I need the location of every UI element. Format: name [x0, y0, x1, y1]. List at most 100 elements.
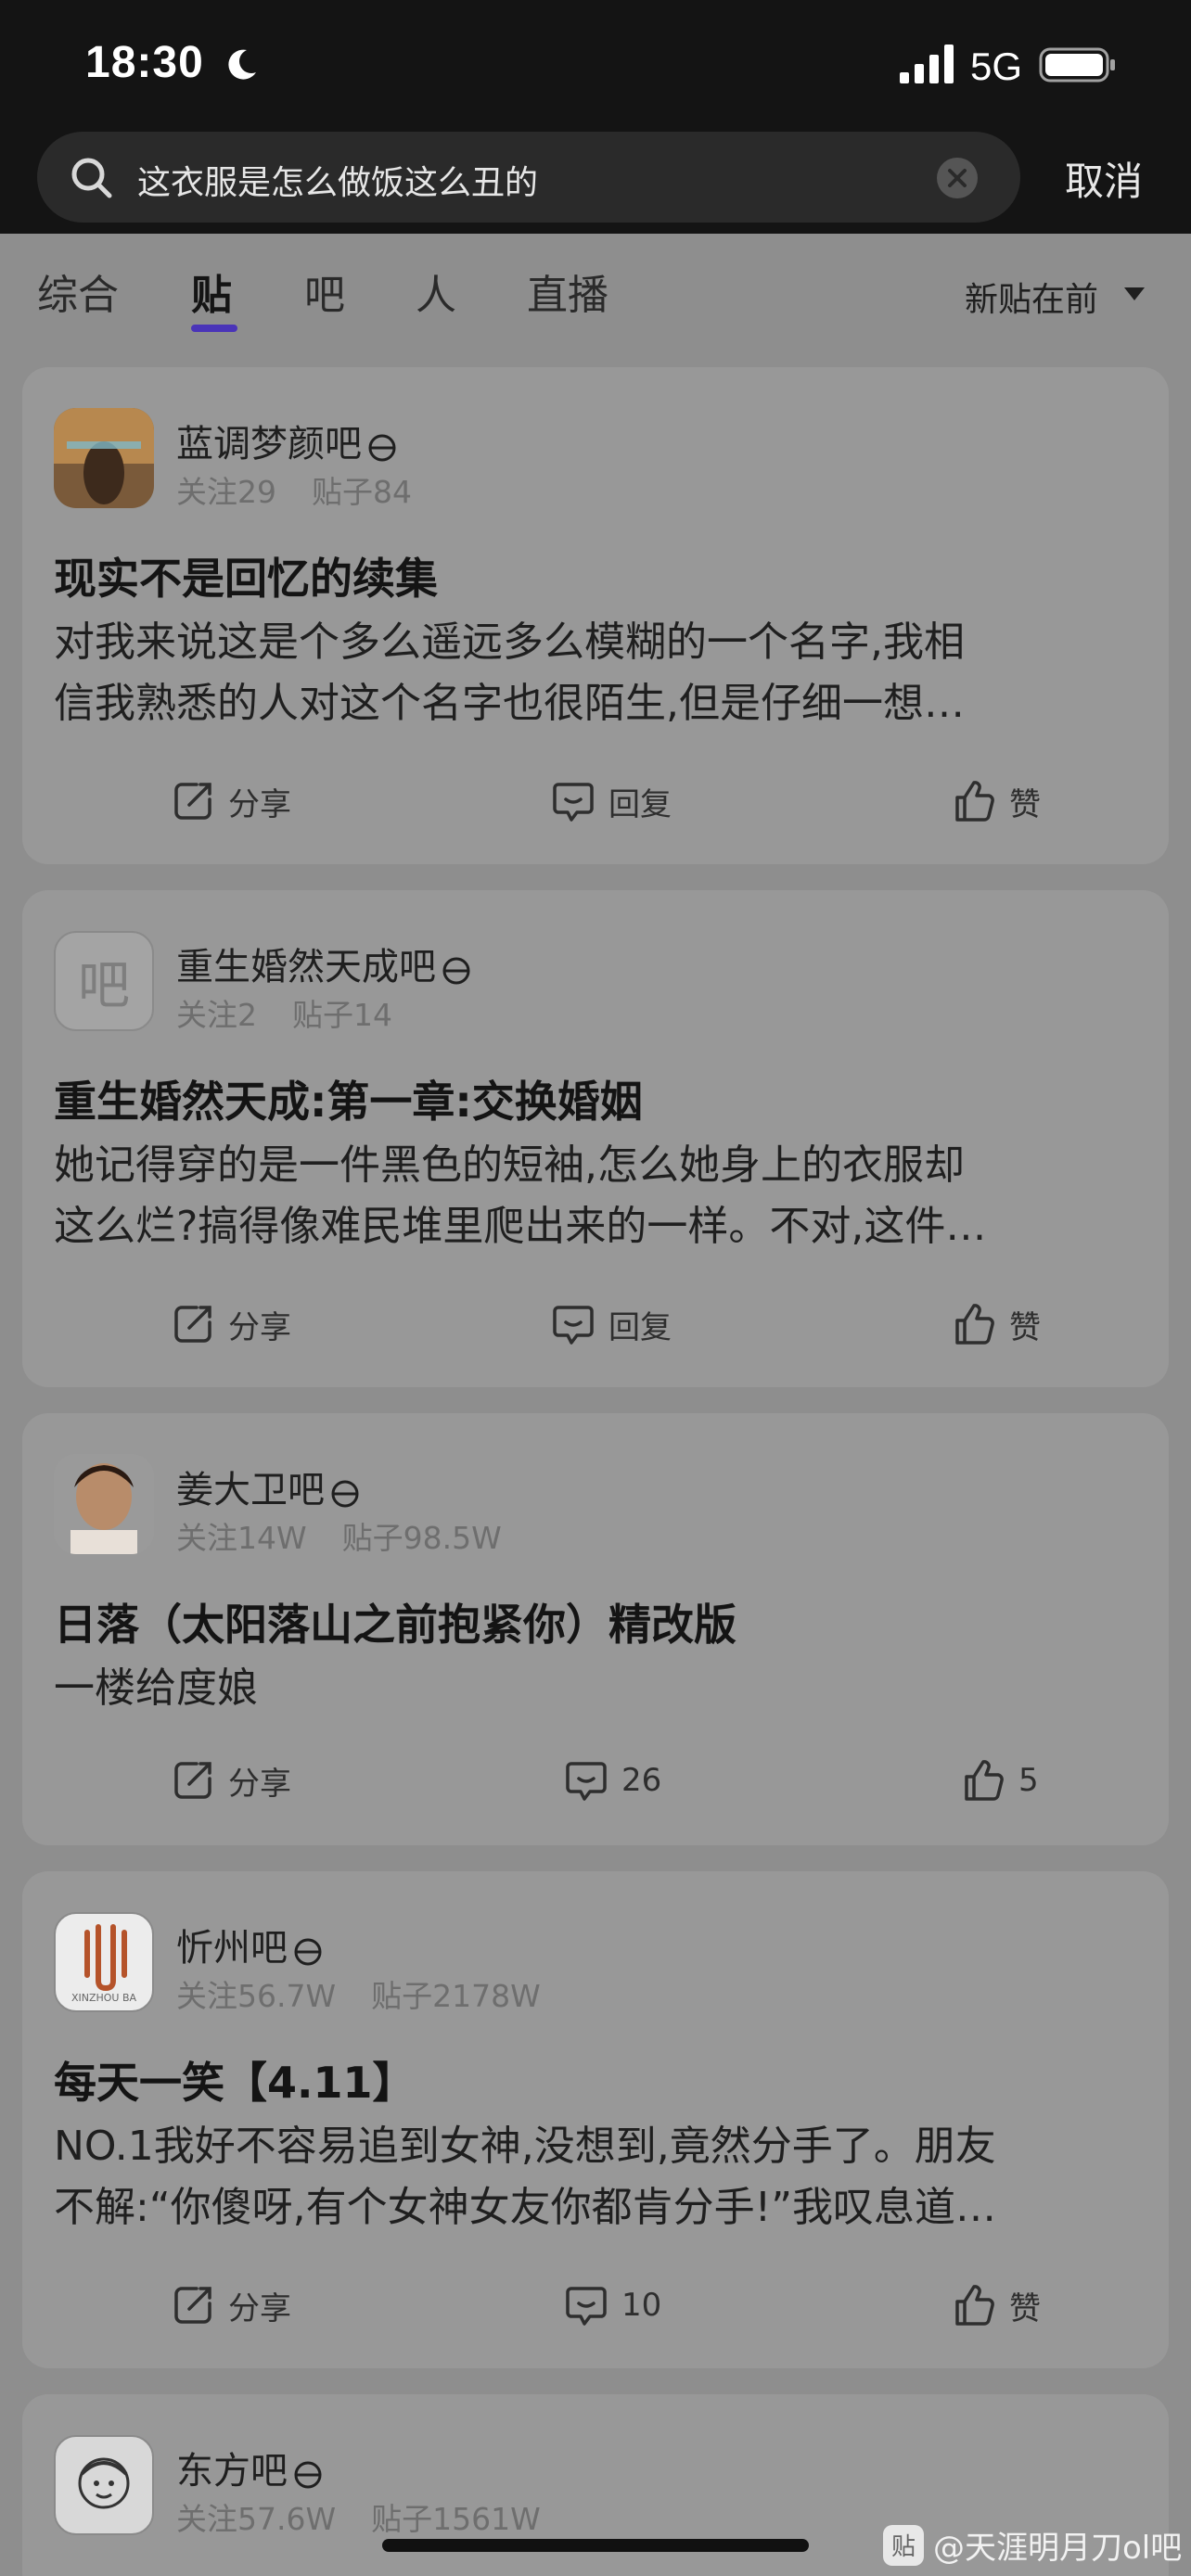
post-title[interactable]: 重生婚然天成:第一章:交换婚姻 [54, 1068, 643, 1129]
tab-comprehensive[interactable]: 综合 [37, 261, 119, 321]
like-button[interactable]: 赞 [950, 775, 1041, 827]
forum-avatar[interactable] [54, 2435, 154, 2535]
share-icon [174, 1306, 211, 1343]
like-label: 赞 [1009, 2289, 1041, 2327]
excerpt-line: 这么烂?搞得像难民堆里爬出来的一样。不对,这件… [54, 1203, 987, 1250]
posts-count: 贴子98.5W [341, 1520, 502, 1556]
post-title[interactable]: 现实不是回忆的续集 [54, 545, 438, 606]
network-label: 5G [970, 45, 1023, 88]
like-button[interactable]: 赞 [950, 1298, 1041, 1350]
share-button[interactable]: 分享 [169, 1298, 291, 1350]
posts-count: 贴子84 [312, 474, 412, 510]
clear-icon[interactable] [935, 156, 980, 200]
watermark-text: @天涯明月刀ol吧 [933, 2530, 1183, 2567]
search-input[interactable]: 这衣服是怎么做饭这么丑的 [37, 132, 1020, 223]
like-label: 赞 [1009, 785, 1041, 823]
excerpt-line: 对我来说这是个多么遥远多么模糊的一个名字,我相 [54, 618, 965, 666]
share-button[interactable]: 分享 [169, 775, 291, 827]
post-title[interactable]: 每天一笑【4.11】 [54, 2049, 416, 2111]
reply-button[interactable]: 回复 [549, 1298, 672, 1350]
excerpt-line: 不解:“你傻呀,有个女神女友你都肯分手!”我叹息道… [54, 2184, 997, 2231]
top-bar: 18:30 5G 这衣服是怎么做饭这么丑的 取消 [0, 0, 1191, 234]
like-button[interactable]: 5 [959, 1754, 1039, 1806]
comment-icon [553, 1306, 594, 1345]
tab-bar: 综合 贴 吧 人 直播 新贴在前 [0, 234, 1191, 345]
share-button[interactable]: 分享 [169, 2279, 291, 2331]
thumbs-up-icon [955, 1304, 994, 1345]
home-indicator[interactable] [382, 2539, 809, 2552]
tab-forums[interactable]: 吧 [304, 261, 345, 321]
forum-name[interactable]: 重生婚然天成吧 [176, 937, 475, 990]
signal-icon [900, 45, 954, 83]
moon-icon [228, 49, 256, 80]
sort-dropdown[interactable]: 新贴在前 [965, 273, 1098, 321]
search-icon [71, 158, 112, 198]
battery-icon [1039, 47, 1115, 83]
forum-mark-icon [294, 2461, 322, 2489]
share-label: 分享 [228, 1765, 291, 1803]
followers-count: 关注57.6W [176, 2501, 337, 2537]
post-excerpt[interactable]: 一楼给度娘 [54, 1658, 1139, 1719]
posts-count: 贴子14 [292, 997, 392, 1033]
share-label: 分享 [228, 2289, 291, 2327]
forum-name[interactable]: 东方吧 [176, 2441, 327, 2494]
reply-count: 10 [621, 2287, 662, 2324]
like-button[interactable]: 赞 [950, 2279, 1041, 2331]
watermark: 贴 @天涯明月刀ol吧 [883, 2522, 1182, 2568]
share-label: 分享 [228, 1308, 291, 1346]
post-excerpt[interactable]: 她记得穿的是一件黑色的短袖,怎么她身上的衣服却 这么烂?搞得像难民堆里爬出来的一… [54, 1135, 1139, 1257]
tab-live[interactable]: 直播 [527, 261, 608, 321]
post-card[interactable]: 吧 重生婚然天成吧 关注2 贴子14 重生婚然天成:第一章:交换婚姻 她记得穿的是… [22, 890, 1169, 1387]
reply-count: 26 [621, 1762, 662, 1799]
reply-label: 回复 [608, 785, 672, 823]
forum-mark-icon [442, 957, 470, 985]
post-excerpt[interactable]: NO.1我好不容易追到女神,没想到,竟然分手了。朋友 不解:“你傻呀,有个女神女… [54, 2116, 1139, 2238]
share-icon [174, 2287, 211, 2324]
thumbs-up-icon [955, 781, 994, 822]
followers-count: 关注14W [176, 1520, 307, 1556]
share-icon [174, 783, 211, 820]
post-actions: 分享 10 赞 [22, 2268, 1169, 2342]
active-tab-indicator [191, 325, 237, 332]
forum-stats: 关注2 贴子14 [176, 990, 392, 1035]
tab-people[interactable]: 人 [416, 261, 456, 321]
post-card[interactable]: XINZHOU BA 忻州吧 关注56.7W 贴子2178W 每天一笑【4.11】… [22, 1871, 1169, 2368]
comment-icon [566, 1762, 607, 1801]
followers-count: 关注29 [176, 474, 276, 510]
excerpt-line: NO.1我好不容易追到女神,没想到,竟然分手了。朋友 [54, 2123, 996, 2170]
watermark-badge: 贴 [883, 2524, 924, 2566]
forum-stats: 关注14W 贴子98.5W [176, 1513, 502, 1558]
caret-down-icon[interactable] [1121, 285, 1148, 303]
share-label: 分享 [228, 785, 291, 823]
post-title[interactable]: 日落（太阳落山之前抱紧你）精改版 [54, 1591, 736, 1652]
reply-button[interactable]: 26 [562, 1754, 661, 1806]
forum-avatar[interactable] [54, 408, 154, 508]
post-actions: 分享 回复 赞 [22, 764, 1169, 838]
excerpt-line: 她记得穿的是一件黑色的短袖,怎么她身上的衣服却 [54, 1141, 965, 1189]
like-label: 赞 [1009, 1308, 1041, 1346]
excerpt-line: 一楼给度娘 [54, 1664, 258, 1712]
followers-count: 关注56.7W [176, 1978, 337, 2014]
reply-button[interactable]: 回复 [549, 775, 672, 827]
share-button[interactable]: 分享 [169, 1754, 291, 1806]
tab-posts[interactable]: 贴 [191, 261, 232, 321]
search-query: 这衣服是怎么做饭这么丑的 [137, 164, 539, 202]
forum-avatar[interactable]: 吧 [54, 931, 154, 1031]
avatar-placeholder-text: 吧 [78, 955, 130, 1016]
forum-name[interactable]: 忻州吧 [176, 1918, 327, 1971]
post-card[interactable]: 姜大卫吧 关注14W 贴子98.5W 日落（太阳落山之前抱紧你）精改版 一楼给度娘… [22, 1413, 1169, 1845]
reply-button[interactable]: 10 [562, 2279, 661, 2331]
forum-name[interactable]: 蓝调梦颜吧 [176, 414, 401, 467]
forum-name[interactable]: 姜大卫吧 [176, 1460, 364, 1513]
cancel-button[interactable]: 取消 [1065, 150, 1143, 207]
forum-avatar[interactable]: XINZHOU BA [54, 1912, 154, 2012]
like-count: 5 [1018, 1762, 1039, 1799]
forum-stats: 关注57.6W 贴子1561W [176, 2494, 541, 2539]
forum-avatar[interactable] [54, 1454, 154, 1554]
posts-count: 贴子2178W [371, 1978, 541, 2014]
post-excerpt[interactable]: 对我来说这是个多么遥远多么模糊的一个名字,我相 信我熟悉的人对这个名字也很陌生,… [54, 612, 1139, 734]
comment-icon [566, 2287, 607, 2326]
post-card[interactable]: 蓝调梦颜吧 关注29 贴子84 现实不是回忆的续集 对我来说这是个多么遥远多么模糊… [22, 367, 1169, 864]
forum-stats: 关注56.7W 贴子2178W [176, 1971, 541, 2016]
post-actions: 分享 26 5 [22, 1743, 1169, 1817]
